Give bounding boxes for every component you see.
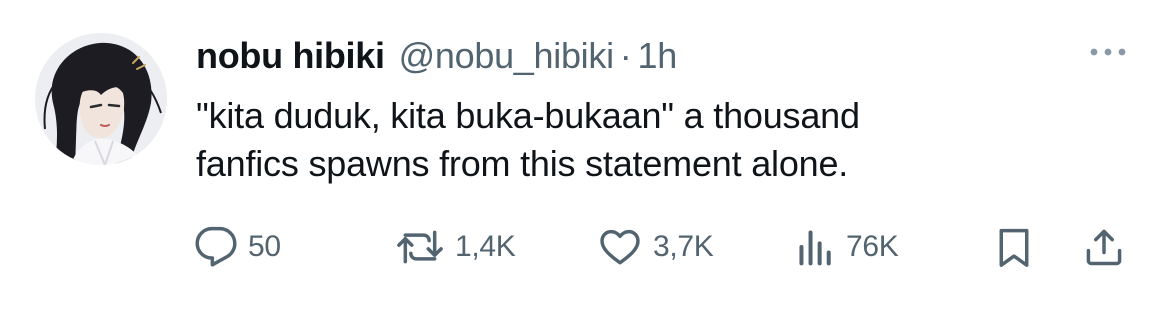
share-button[interactable] [1082, 222, 1126, 272]
reply-icon [194, 225, 238, 269]
share-icon [1082, 225, 1126, 269]
reply-count: 50 [248, 230, 281, 263]
bookmark-icon [994, 225, 1034, 269]
timestamp[interactable]: 1h [637, 35, 677, 77]
views-icon [796, 225, 836, 269]
separator-dot: · [619, 35, 632, 76]
user-handle[interactable]: @nobu_hibiki [399, 35, 614, 77]
views-button[interactable]: 76K [796, 222, 899, 272]
action-bar: 50 1,4K 3,7K 76K [0, 222, 1169, 272]
avatar-image [35, 33, 167, 165]
tweet-text: "kita duduk, kita buka-bukaan" a thousan… [196, 95, 860, 184]
like-count: 3,7K [653, 230, 714, 263]
repost-count: 1,4K [455, 230, 516, 263]
views-count: 76K [846, 230, 899, 263]
more-options-button[interactable] [1086, 38, 1130, 66]
repost-icon [395, 225, 445, 269]
tweet[interactable]: nobu hibiki @nobu_hibiki · 1h "kita dudu… [0, 0, 1169, 313]
display-name[interactable]: nobu hibiki [196, 35, 385, 77]
heart-icon [597, 225, 643, 269]
like-button[interactable]: 3,7K [597, 222, 714, 272]
repost-button[interactable]: 1,4K [395, 222, 516, 272]
bookmark-button[interactable] [994, 222, 1034, 272]
avatar[interactable] [35, 33, 167, 165]
reply-button[interactable]: 50 [194, 222, 281, 272]
tweet-header: nobu hibiki @nobu_hibiki · 1h [196, 30, 677, 82]
more-dots-icon [1090, 48, 1126, 56]
